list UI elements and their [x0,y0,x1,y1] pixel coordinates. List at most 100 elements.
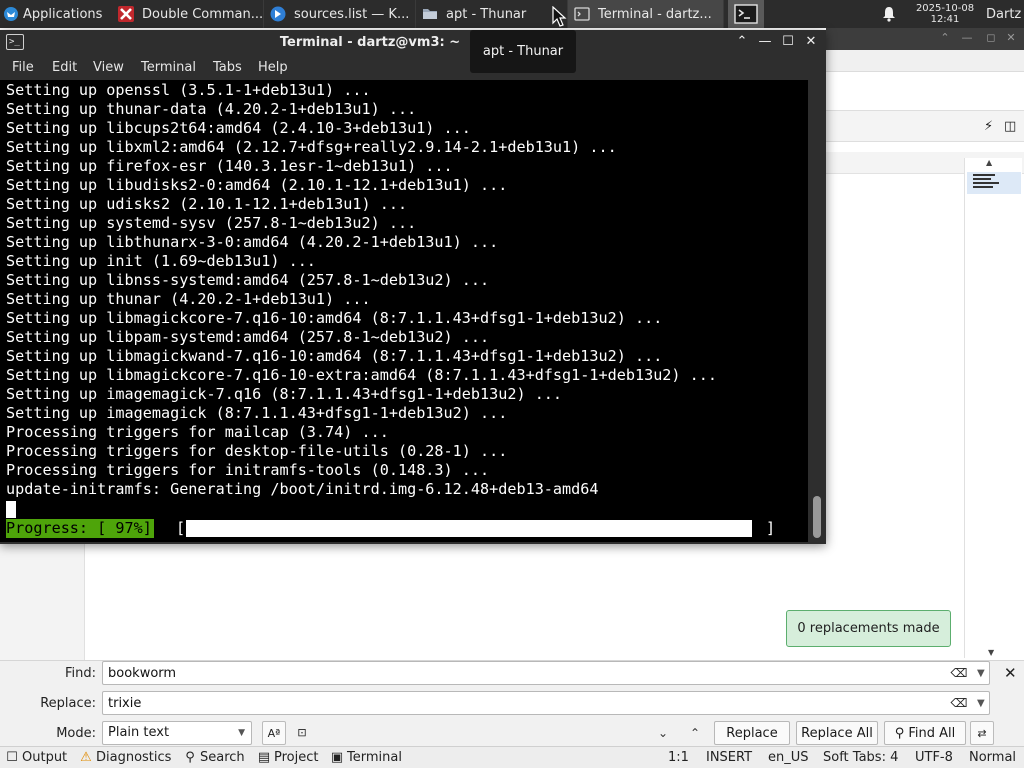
minimap-scroll-down-icon[interactable]: ▼ [988,648,994,657]
project-label: Project [274,750,319,765]
terminal-line: Setting up systemd-sysv (257.8-1~deb13u2… [6,214,417,232]
options-icon[interactable]: ⇄ [970,721,994,745]
terminal-line: Setting up thunar-data (4.20.2-1+deb13u1… [6,100,417,118]
minimize-icon[interactable]: — [757,34,773,50]
terminal-scrollbar[interactable] [808,80,826,544]
menu-tabs[interactable]: Tabs [213,60,242,75]
bell-icon [883,7,895,22]
terminal-tab[interactable]: ▣ Terminal [330,750,402,765]
menu-edit[interactable]: Edit [52,60,77,75]
search-tab[interactable]: ⚲ Search [183,750,244,765]
applications-menu-button[interactable]: Applications [0,0,112,28]
warning-icon: ⚠ [80,750,92,765]
terminal-titlebar[interactable]: >_ Terminal - dartz@vm3: ~ ⌃ — ☐ ✕ [0,30,826,56]
mode-label: Mode: [56,726,96,741]
keep-above-chevron-up-icon[interactable]: ⌃ [734,34,750,50]
editor-restore-icon[interactable]: ◻ [984,31,998,45]
progress-bracket-close: ] [766,519,776,537]
minimap-scroll-up-icon[interactable]: ▲ [986,158,992,167]
editor-maximize-icon[interactable]: ⌃ [938,31,952,45]
task-label: Double Comman... [142,6,264,22]
encoding[interactable]: UTF-8 [915,750,953,765]
cursor-position[interactable]: 1:1 [668,750,689,765]
minimap[interactable] [964,158,1022,658]
split-view-icon[interactable]: ◫ [1004,119,1016,134]
task-sources-list-kate[interactable]: sources.list — K... [264,0,416,28]
applications-label: Applications [23,6,103,22]
editor-close-icon[interactable]: ✕ [1004,31,1018,45]
task-label: sources.list — K... [294,6,410,22]
terminal-icon [574,7,590,21]
replace-all-button-label: Replace All [801,725,873,741]
terminal-line: Setting up openssl (3.5.1-1+deb13u1) ... [6,81,371,99]
terminal-line: Processing triggers for desktop-file-uti… [6,442,508,460]
mouse-pointer-icon [552,6,567,27]
editor-minimize-icon[interactable]: — [960,31,974,45]
find-next-chevron-down-icon[interactable]: ⌄ [652,722,674,744]
terminal-line: Processing triggers for mailcap (3.74) .… [6,423,389,441]
task-apt-thunar[interactable]: apt - Thunar [416,0,568,28]
terminal-menubar: File Edit View Terminal Tabs Help [0,56,826,80]
editor-menubar [826,50,1024,72]
terminal-output[interactable]: Setting up openssl (3.5.1-1+deb13u1) ...… [0,80,808,542]
user-menu[interactable]: Dartz [986,0,1024,28]
maximize-icon[interactable]: ☐ [780,34,796,50]
menu-view[interactable]: View [93,60,124,75]
find-label: Find: [64,666,96,681]
edit-mode[interactable]: INSERT [706,750,752,765]
minimap-line [973,182,999,184]
tray-terminal-button[interactable] [728,0,764,28]
search-mode-select[interactable]: Plain text ▼ [102,721,252,745]
input-mode[interactable]: Normal [969,750,1016,765]
find-previous-chevron-up-icon[interactable]: ⌃ [684,722,706,744]
kate-icon [270,6,286,22]
clock-date: 2025-10-08 [915,3,975,14]
close-icon[interactable]: ✕ [803,34,819,50]
menu-help[interactable]: Help [258,60,288,75]
minimap-line [973,178,991,180]
replace-all-button[interactable]: Replace All [796,721,878,745]
indentation-setting[interactable]: Soft Tabs: 4 [823,750,898,765]
scrollbar-thumb[interactable] [813,496,821,538]
double-commander-icon [118,6,134,22]
menu-file[interactable]: File [12,60,34,75]
match-case-icon[interactable]: Aª [262,721,286,745]
clear-find-icon[interactable]: ⌫ [950,666,968,680]
terminal-line: Setting up init (1.69~deb13u1) ... [6,252,316,270]
find-history-chevron-down-icon[interactable]: ▼ [977,668,985,679]
pin-icon[interactable]: ⚡ [984,119,993,134]
terminal-line: Setting up libcups2t64:amd64 (2.4.10-3+d… [6,119,471,137]
terminal-line: Setting up libxml2:amd64 (2.12.7+dfsg+re… [6,138,617,156]
editor-toolbar: ⚡ ◫ [826,110,1024,142]
output-tab[interactable]: ☐ Output [5,750,67,765]
notifications-button[interactable] [878,0,900,28]
terminal-line: Setting up firefox-esr (140.3.1esr-1~deb… [6,157,453,175]
search-mode-value: Plain text [108,725,170,740]
terminal-line: Processing triggers for initramfs-tools … [6,461,490,479]
clock[interactable]: 2025-10-08 12:41 [906,0,984,28]
clock-time: 12:41 [930,14,960,25]
dictionary-language[interactable]: en_US [768,750,809,765]
terminal-line: update-initramfs: Generating /boot/initr… [6,480,599,498]
replace-button[interactable]: Replace [714,721,790,745]
terminal-line: Setting up libpam-systemd:amd64 (257.8-1… [6,328,490,346]
replace-history-chevron-down-icon[interactable]: ▼ [977,698,985,709]
terminal-icon: ▣ [330,750,344,765]
find-input[interactable] [102,661,990,685]
menu-terminal[interactable]: Terminal [141,60,196,75]
terminal-label: Terminal [347,750,402,765]
diagnostics-tab[interactable]: ⚠ Diagnostics [79,750,171,765]
replace-input[interactable] [102,691,990,715]
clear-replace-icon[interactable]: ⌫ [950,696,968,710]
find-all-button[interactable]: ⚲ Find All [884,721,966,745]
task-double-commander[interactable]: Double Comman... [112,0,264,28]
terminal-icon[interactable]: >_ [6,34,24,50]
project-tab[interactable]: ▤ Project [257,750,319,765]
output-label: Output [22,750,68,765]
close-find-bar-icon[interactable]: ✕ [1004,664,1017,682]
terminal-line: Setting up libnss-systemd:amd64 (257.8-1… [6,271,490,289]
task-terminal[interactable]: Terminal - dartz... [568,0,724,28]
terminal-icon [734,4,758,24]
selection-only-icon[interactable]: ⊡ [290,721,314,745]
task-label: Terminal - dartz... [598,6,712,22]
